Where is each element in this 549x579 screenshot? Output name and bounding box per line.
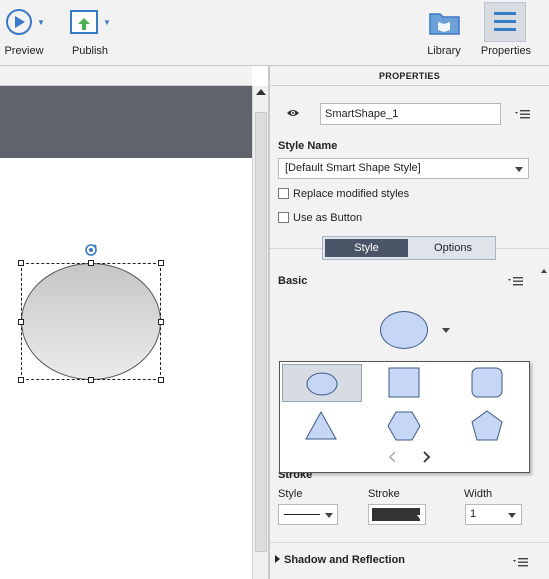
use-as-button-label: Use as Button	[293, 212, 363, 224]
library-button[interactable]: Library	[420, 0, 468, 66]
stroke-color-label: Stroke	[368, 488, 400, 500]
chevron-right-icon[interactable]	[421, 450, 431, 464]
shape-option-ellipse[interactable]	[282, 364, 362, 402]
folder-icon	[429, 13, 460, 35]
pentagon-icon	[471, 410, 503, 441]
stroke-width-value: 1	[470, 508, 477, 520]
use-as-button-checkbox[interactable]: Use as Button	[278, 212, 362, 224]
basic-section-label: Basic	[278, 275, 308, 287]
chevron-down-icon[interactable]	[442, 328, 450, 333]
properties-panel: PROPERTIES SmartShape_1 Style Name [Defa…	[270, 66, 549, 579]
publish-label: Publish	[71, 45, 109, 57]
toolbar: ▼ Preview ▼ Publish Library Properties	[0, 0, 549, 66]
triangle-icon	[305, 410, 337, 440]
shape-option-triangle[interactable]	[282, 407, 362, 445]
shape-option-hexagon[interactable]	[365, 407, 445, 445]
panel-scroll-up-icon[interactable]	[541, 269, 547, 273]
stage-ruler	[0, 66, 252, 86]
hexagon-icon	[387, 411, 421, 441]
eye-icon[interactable]	[286, 108, 300, 118]
shadow-menu-icon[interactable]	[513, 557, 529, 567]
stroke-style-label: Style	[278, 488, 303, 500]
panel-menu-icon[interactable]	[515, 109, 531, 119]
style-options-toggle: Style Options	[322, 236, 496, 260]
resize-handle[interactable]	[158, 319, 164, 325]
preview-button[interactable]: ▼ Preview	[0, 0, 48, 66]
stroke-color-select[interactable]	[368, 504, 426, 525]
style-name-value: [Default Smart Shape Style]	[285, 162, 421, 174]
resize-handle[interactable]	[18, 260, 24, 266]
shape-picker-popup	[279, 361, 530, 473]
chevron-down-icon	[515, 167, 523, 172]
tab-options[interactable]: Options	[411, 239, 495, 257]
shape-option-pentagon[interactable]	[448, 407, 528, 445]
checkbox-box[interactable]	[278, 212, 289, 223]
stroke-style-select[interactable]	[278, 504, 338, 525]
library-label: Library	[427, 45, 461, 57]
stroke-color-swatch	[372, 508, 420, 521]
chevron-left-icon[interactable]	[388, 450, 398, 464]
tab-style[interactable]: Style	[325, 239, 408, 257]
divider	[270, 542, 549, 543]
stroke-line-sample	[284, 514, 320, 515]
shadow-reflection-section[interactable]: Shadow and Reflection	[275, 554, 405, 566]
shape-preview-ellipse[interactable]	[380, 311, 428, 349]
chevron-down-icon: ▼	[103, 18, 111, 27]
chevron-down-icon	[508, 513, 516, 518]
rotate-icon[interactable]	[83, 242, 99, 258]
scroll-up-icon[interactable]	[256, 89, 266, 95]
stroke-width-label: Width	[464, 488, 493, 500]
resize-handle[interactable]	[88, 377, 94, 383]
style-name-select[interactable]: [Default Smart Shape Style]	[278, 158, 529, 179]
item-name-input[interactable]: SmartShape_1	[320, 103, 501, 125]
resize-handle[interactable]	[158, 260, 164, 266]
stage-dark-band	[0, 86, 252, 158]
checkbox-box[interactable]	[278, 188, 289, 199]
rectangle-icon	[388, 367, 420, 398]
rounded-rectangle-icon	[471, 367, 503, 398]
shadow-reflection-label: Shadow and Reflection	[284, 554, 406, 566]
panel-header: PROPERTIES	[270, 66, 549, 86]
preview-label: Preview	[4, 45, 44, 57]
replace-modified-label: Replace modified styles	[293, 188, 410, 200]
properties-button[interactable]: Properties	[478, 0, 534, 66]
expand-arrow-icon	[275, 555, 280, 563]
style-name-label: Style Name	[278, 140, 338, 152]
properties-label: Properties	[480, 45, 532, 57]
chevron-down-icon: ▼	[37, 18, 45, 27]
shape-option-rectangle[interactable]	[365, 364, 445, 402]
publish-icon	[70, 10, 98, 34]
stroke-width-select[interactable]: 1	[465, 504, 522, 525]
publish-button[interactable]: ▼ Publish	[66, 0, 114, 66]
stage-scrollbar[interactable]	[252, 86, 268, 579]
resize-handle[interactable]	[18, 377, 24, 383]
selection-box	[21, 263, 161, 380]
resize-handle[interactable]	[88, 260, 94, 266]
properties-icon	[494, 12, 516, 31]
basic-menu-icon[interactable]	[508, 276, 524, 286]
resize-handle[interactable]	[18, 319, 24, 325]
replace-modified-checkbox[interactable]: Replace modified styles	[278, 188, 409, 200]
chevron-down-icon	[417, 515, 423, 519]
shape-option-rounded-rectangle[interactable]	[448, 364, 528, 402]
play-icon	[6, 9, 32, 35]
chevron-down-icon	[325, 513, 333, 518]
ellipse-icon	[306, 372, 338, 396]
scrollbar-thumb[interactable]	[255, 112, 267, 552]
resize-handle[interactable]	[158, 377, 164, 383]
